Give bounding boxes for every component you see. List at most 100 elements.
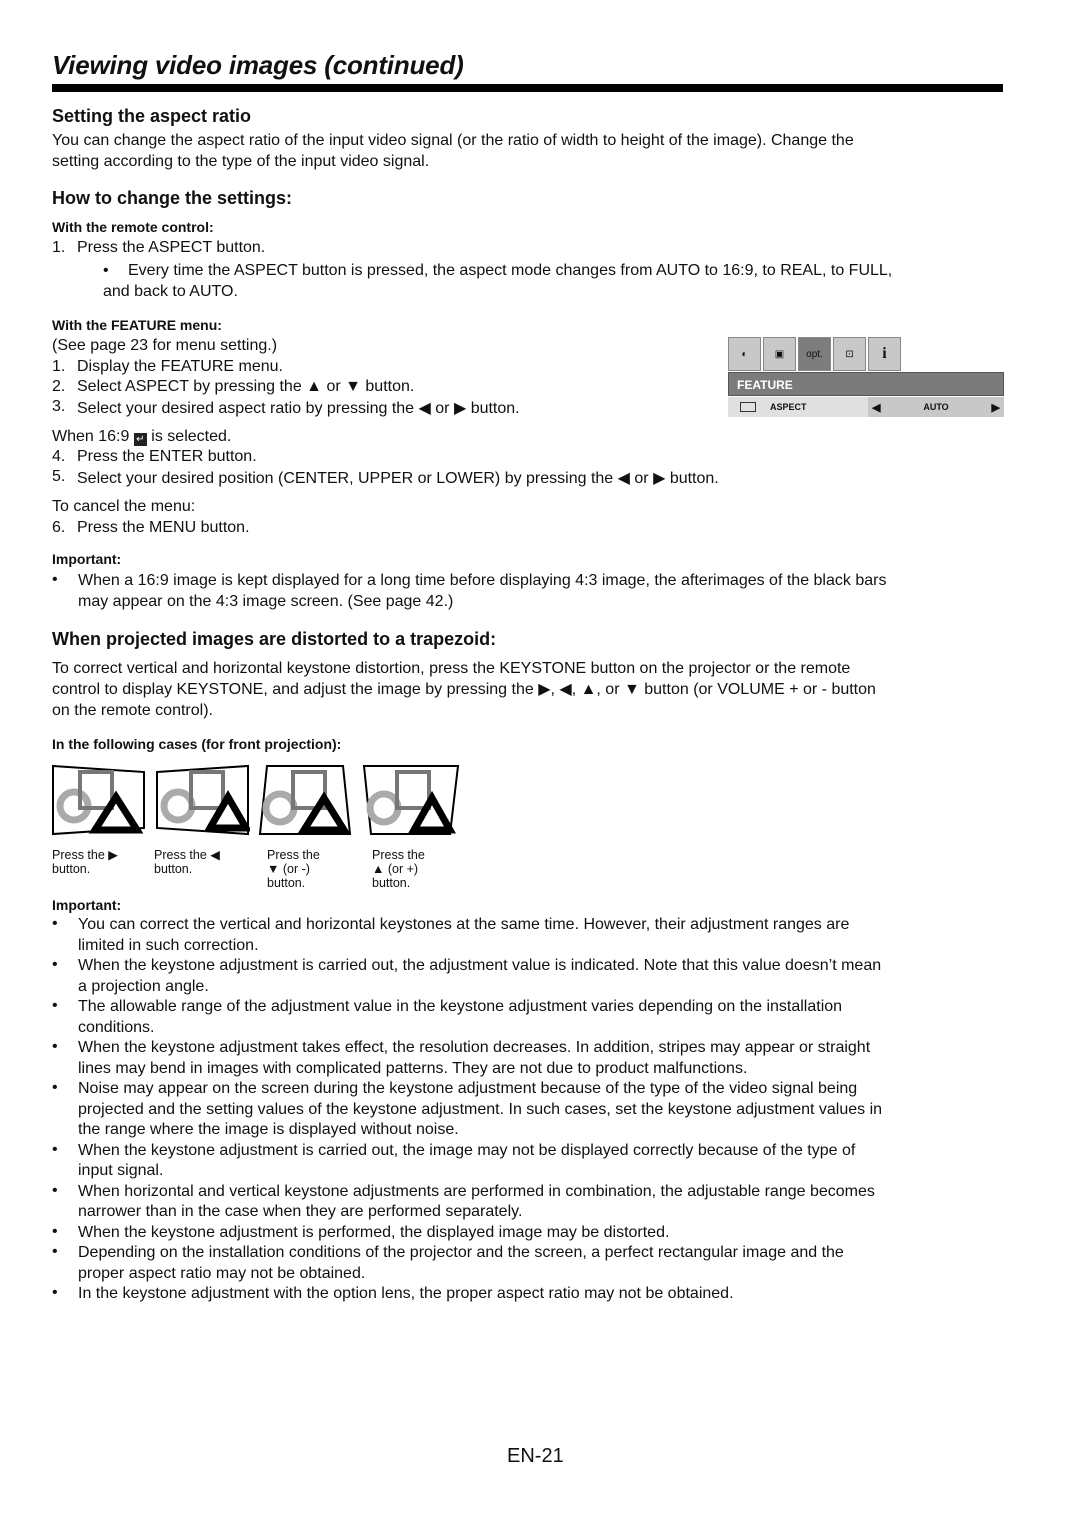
caption-line: Press the ▶ [52,848,118,862]
option-icon[interactable]: opt. [798,337,831,371]
keystone-diagram-left [156,764,250,836]
caption-line: button. [52,862,91,876]
step-num: 4. [52,448,66,465]
step-num: 6. [52,519,66,536]
important-bullet-line: Noise may appear on the screen during th… [78,1080,858,1097]
important-bullet-line: You can correct the vertical and horizon… [78,916,850,933]
step-num: 2. [52,378,66,395]
remote-heading: With the remote control: [52,219,214,235]
keystone-caption: Press the ◀ button. [154,848,220,876]
picture-icon[interactable]: ◐ [728,337,761,371]
step-text: Select your desired aspect ratio by pres… [77,400,520,417]
step-num: 3. [52,398,66,415]
aspect-intro-line2: setting according to the type of the inp… [52,153,430,170]
title-rule [52,84,1003,92]
right-arrow-icon[interactable]: ▶ [992,401,1000,414]
remote-step-text: Press the ASPECT button. [77,239,266,256]
important-bullet-line: input signal. [78,1162,164,1179]
important-bullet-line: In the keystone adjustment with the opti… [78,1285,734,1302]
important-label: Important: [52,551,122,567]
enter-icon: ↵ [133,433,147,446]
aspect-heading: Setting the aspect ratio [52,106,252,126]
important-bullet-line: conditions. [78,1018,155,1036]
important-bullet-line: When the keystone adjustment is performe… [78,1223,670,1241]
how-heading: How to change the settings: [52,188,293,208]
keystone-diagram-down [258,765,352,835]
step-text: Display the FEATURE menu. [77,358,283,375]
keystone-text-line2: control to display KEYSTONE, and adjust … [52,681,876,698]
bullet-dot: • [52,997,58,1014]
feature-heading: With the FEATURE menu: [52,317,222,333]
important-bullet-line: The allowable range of the adjustment va… [78,998,843,1015]
osd-tabs: ◐ ▣ opt. ⊡ i [728,337,1004,371]
aspect-intro-line1: You can change the aspect ratio of the i… [52,132,854,149]
left-arrow-icon[interactable]: ◀ [872,401,880,414]
bullet-dot: • [103,262,109,279]
caption-line: button. [372,876,411,890]
feature-note: (See page 23 for menu setting.) [52,337,278,354]
important-bullet-line: limited in such correction. [78,936,259,954]
caption-line: button. [154,862,193,876]
cancel-label: To cancel the menu: [52,498,196,515]
important-label: Important: [52,897,122,913]
important-bullet-line: a projection angle. [78,977,209,995]
step-num: 1. [52,358,66,375]
bullet-dot: • [52,571,58,588]
step-text: Press the ENTER button. [77,448,257,465]
step-text: Press the MENU button. [77,519,250,536]
bullet-dot: • [52,1038,58,1055]
important-bullet-line: projected and the setting values of the … [78,1100,883,1118]
caption-line: Press the ◀ [154,848,220,862]
bullet-dot: • [52,1181,58,1199]
important-bullet-line: lines may bend in images with complicate… [78,1059,748,1077]
installation-icon[interactable]: ⊡ [833,337,866,371]
aspect-icon [740,402,756,412]
important-line2: may appear on the 4:3 image screen. (See… [78,593,454,610]
bullet-dot: • [52,1222,58,1240]
important-bullet-line: the range where the image is displayed w… [78,1121,459,1138]
step-text: Select your desired position (CENTER, UP… [77,470,719,487]
important-bullet-line: proper aspect ratio may not be obtained. [78,1264,366,1282]
bullet-dot: • [52,956,58,973]
image-icon[interactable]: ▣ [763,337,796,371]
bullet-dot: • [52,915,58,932]
osd-row-value: AUTO [923,402,949,412]
caption-line: Press the [372,848,425,862]
when169-post: is selected. [151,428,232,445]
remote-step-num: 1. [52,239,66,256]
important-bullet-line: When the keystone adjustment is carried … [78,957,882,974]
step-num: 5. [52,468,66,485]
osd-row-label: ASPECT [770,402,807,412]
caption-line: ▲ (or +) [372,862,419,876]
keystone-text-line1: To correct vertical and horizontal keyst… [52,660,851,677]
page-title: Viewing video images (continued) [52,50,464,80]
remote-bullet-line1: Every time the ASPECT button is pressed,… [128,262,893,279]
important-bullet-line: When horizontal and vertical keystone ad… [78,1182,875,1200]
important-bullet-line: Depending on the installation conditions… [78,1244,844,1261]
cases-heading: In the following cases (for front projec… [52,736,342,752]
caption-line: button. [267,876,306,890]
keystone-diagram-up [362,765,460,835]
keystone-diagram-right [52,764,145,836]
when169-line: When 16:9 ↵ is selected. [52,428,231,446]
caption-line: ▼ (or -) [267,862,310,876]
keystone-caption: Press the ▼ (or -) button. [267,848,320,890]
osd-menu-title: FEATURE [728,372,1004,396]
keystone-text-line3: on the remote control). [52,702,213,719]
bullet-dot: • [52,1284,58,1301]
keystone-caption: Press the ▶ button. [52,848,118,876]
caption-line: Press the [267,848,320,862]
keystone-heading: When projected images are distorted to a… [52,629,497,649]
remote-bullet-line2: and back to AUTO. [103,283,238,300]
bullet-dot: • [52,1243,58,1260]
when169-pre: When 16:9 [52,428,130,445]
keystone-caption: Press the ▲ (or +) button. [372,848,425,890]
osd-aspect-row[interactable]: ASPECT ◀ AUTO ▶ [728,397,1004,417]
info-icon[interactable]: i [868,337,901,371]
feature-osd-menu: ◐ ▣ opt. ⊡ i FEATURE ASPECT ◀ AUTO ▶ [728,337,1004,417]
page-number: EN-21 [507,1445,564,1467]
important-bullet-line: When the keystone adjustment is carried … [78,1141,856,1159]
step-text: Select ASPECT by pressing the ▲ or ▼ but… [77,378,415,395]
important-bullet-line: narrower than in the case when they are … [78,1203,523,1220]
important-bullet-line: When the keystone adjustment takes effec… [78,1039,871,1056]
